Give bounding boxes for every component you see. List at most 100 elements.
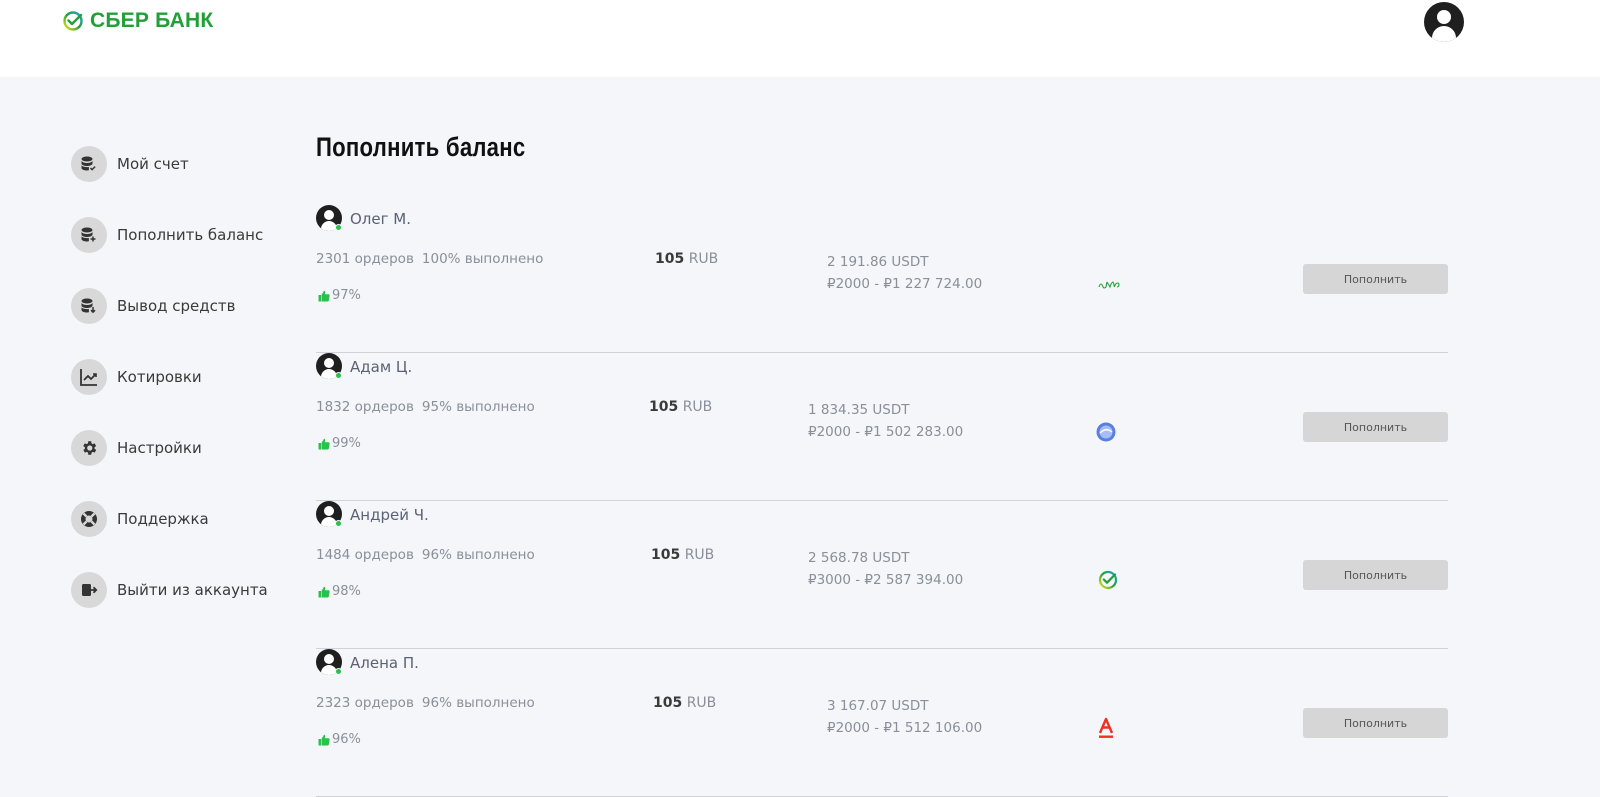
price: 105 RUB <box>653 695 716 711</box>
lifebuoy-icon <box>71 501 107 537</box>
orders-count: 1484 ордеров <box>316 547 414 563</box>
trader-name: Адам Ц. <box>350 357 413 376</box>
top-header: СБЕР БАНК <box>0 0 1600 77</box>
alfa-icon <box>1094 716 1118 740</box>
completion-rate: 96% выполнено <box>421 695 535 711</box>
sidebar-item-label: Пополнить баланс <box>117 226 264 244</box>
trader-stats: 2301 ордеров 100% выполнено <box>316 251 543 267</box>
rating-value: 96% <box>332 732 361 747</box>
online-status-icon <box>335 520 342 527</box>
sber-logo-icon <box>63 11 83 31</box>
coins-check-icon <box>71 146 107 182</box>
sidebar-item-label: Котировки <box>117 368 202 386</box>
trader-info[interactable]: Андрей Ч. <box>316 501 429 528</box>
trader-info[interactable]: Олег М. <box>316 205 411 232</box>
logo-text: СБЕР БАНК <box>90 9 214 32</box>
top-up-button[interactable]: Пополнить <box>1303 560 1448 590</box>
sidebar-item-withdraw[interactable]: Вывод средств <box>71 288 291 324</box>
rating-value: 99% <box>332 436 361 451</box>
online-status-icon <box>335 372 342 379</box>
price: 105 RUB <box>651 547 714 563</box>
usdt-available: 2 568.78 USDT <box>808 550 910 566</box>
amounts: 2 191.86 USDT ₽2000 - ₽1 227 724.00 <box>827 251 982 295</box>
amounts: 1 834.35 USDT ₽2000 - ₽1 502 283.00 <box>808 399 963 443</box>
top-up-button[interactable]: Пополнить <box>1303 708 1448 738</box>
sidebar-item-label: Настройки <box>117 439 202 457</box>
coins-plus-icon <box>71 217 107 253</box>
sber-logo[interactable]: СБЕР БАНК <box>62 9 213 33</box>
completion-rate: 95% выполнено <box>421 399 535 415</box>
sidebar-nav: Мой счет Пополнить баланс Вывод средств … <box>71 146 291 643</box>
trader-stats: 1832 ордеров 95% выполнено <box>316 399 535 415</box>
sidebar-item-label: Вывод средств <box>117 297 236 315</box>
limits: ₽2000 - ₽1 227 724.00 <box>827 276 983 292</box>
completion-rate: 96% выполнено <box>421 547 535 563</box>
gear-icon <box>71 430 107 466</box>
limits: ₽2000 - ₽1 512 106.00 <box>827 720 983 736</box>
vtb-icon <box>1094 420 1118 444</box>
price-currency: RUB <box>688 251 719 267</box>
price-value: 105 <box>655 251 685 267</box>
thumbs-up-icon <box>318 734 330 745</box>
sidebar-item-support[interactable]: Поддержка <box>71 501 291 537</box>
sidebar-item-label: Мой счет <box>117 155 189 173</box>
online-status-icon <box>335 668 342 675</box>
chart-icon <box>71 359 107 395</box>
orders-count: 1832 ордеров <box>316 399 414 415</box>
coins-down-icon <box>71 288 107 324</box>
usdt-available: 2 191.86 USDT <box>827 254 929 270</box>
top-up-button[interactable]: Пополнить <box>1303 264 1448 294</box>
page-title: Пополнить баланс <box>316 132 526 162</box>
online-status-icon <box>335 224 342 231</box>
thumbs-up-icon <box>318 438 330 449</box>
trader-name: Андрей Ч. <box>350 505 429 524</box>
sidebar-item-label: Поддержка <box>117 510 209 528</box>
rating-value: 97% <box>332 288 361 303</box>
amounts: 2 568.78 USDT ₽3000 - ₽2 587 394.00 <box>808 547 963 591</box>
rating: 96% <box>318 732 361 747</box>
top-up-button[interactable]: Пополнить <box>1303 412 1448 442</box>
price-value: 105 <box>649 399 679 415</box>
completion-rate: 100% выполнено <box>421 251 544 267</box>
rating: 99% <box>318 436 361 451</box>
trader-name: Алена П. <box>350 653 419 672</box>
price-currency: RUB <box>684 547 715 563</box>
sber-icon <box>1096 568 1120 592</box>
usdt-available: 3 167.07 USDT <box>827 698 929 714</box>
price-value: 105 <box>653 695 683 711</box>
rating-value: 98% <box>332 584 361 599</box>
sidebar-item-logout[interactable]: Выйти из аккаунта <box>71 572 291 608</box>
price-currency: RUB <box>682 399 713 415</box>
orders-count: 2301 ордеров <box>316 251 414 267</box>
logout-icon <box>71 572 107 608</box>
trader-stats: 2323 ордеров 96% выполнено <box>316 695 535 711</box>
trader-stats: 1484 ордеров 96% выполнено <box>316 547 535 563</box>
price: 105 RUB <box>649 399 712 415</box>
sidebar-item-top-up[interactable]: Пополнить баланс <box>71 217 291 253</box>
price-value: 105 <box>651 547 681 563</box>
offer-row: Алена П. 2323 ордеров 96% выполнено 96% 1… <box>316 649 1448 797</box>
trader-name: Олег М. <box>350 209 411 228</box>
amounts: 3 167.07 USDT ₽2000 - ₽1 512 106.00 <box>827 695 982 739</box>
rating: 98% <box>318 584 361 599</box>
usdt-available: 1 834.35 USDT <box>808 402 910 418</box>
rating: 97% <box>318 288 361 303</box>
offer-row: Андрей Ч. 1484 ордеров 96% выполнено 98% … <box>316 501 1448 649</box>
price: 105 RUB <box>655 251 718 267</box>
thumbs-up-icon <box>318 290 330 301</box>
tinkoff-icon <box>1098 272 1122 296</box>
orders-count: 2323 ордеров <box>316 695 414 711</box>
trader-info[interactable]: Адам Ц. <box>316 353 412 380</box>
offer-row: Олег М. 2301 ордеров 100% выполнено 97% 1… <box>316 205 1448 353</box>
profile-avatar-icon[interactable] <box>1424 2 1464 42</box>
sidebar-item-my-account[interactable]: Мой счет <box>71 146 291 182</box>
thumbs-up-icon <box>318 586 330 597</box>
sidebar-item-label: Выйти из аккаунта <box>117 581 268 599</box>
limits: ₽2000 - ₽1 502 283.00 <box>808 424 964 440</box>
sidebar-item-quotes[interactable]: Котировки <box>71 359 291 395</box>
sidebar-item-settings[interactable]: Настройки <box>71 430 291 466</box>
trader-info[interactable]: Алена П. <box>316 649 419 676</box>
offer-row: Адам Ц. 1832 ордеров 95% выполнено 99% 10… <box>316 353 1448 501</box>
limits: ₽3000 - ₽2 587 394.00 <box>808 572 964 588</box>
price-currency: RUB <box>686 695 717 711</box>
